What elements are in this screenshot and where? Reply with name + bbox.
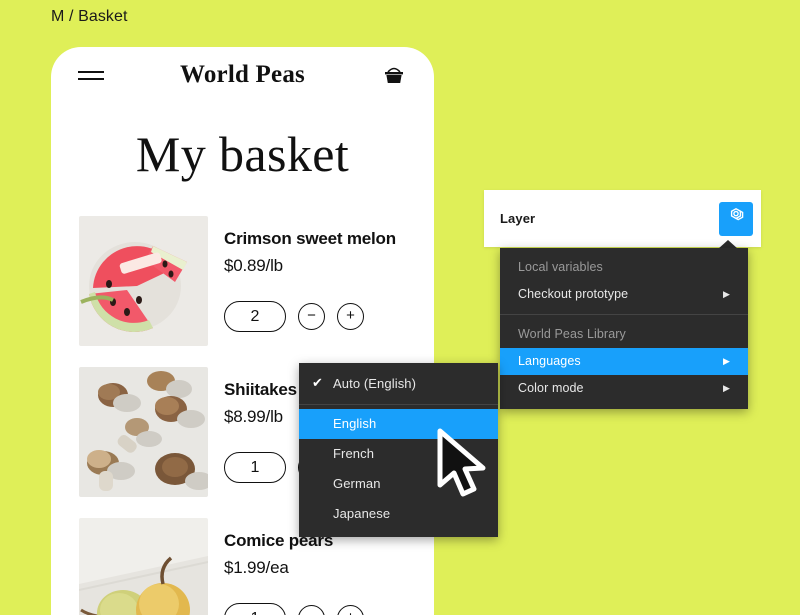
menu-section-header: World Peas Library: [518, 327, 626, 341]
product-thumbnail[interactable]: [79, 216, 208, 346]
menu-item-checkout-prototype[interactable]: Checkout prototype ▶: [500, 281, 748, 308]
page-title: My basket: [135, 126, 350, 182]
submenu-item-label: German: [333, 476, 381, 491]
decrement-button[interactable]: −: [298, 303, 325, 330]
menu-item-label: Languages: [518, 354, 581, 368]
chevron-right-icon: ▶: [722, 382, 730, 393]
app-header: World Peas: [51, 47, 434, 103]
layer-panel: Layer: [484, 190, 761, 247]
decrement-button[interactable]: −: [298, 605, 325, 615]
item-price: $1.99/ea: [224, 558, 289, 577]
layer-panel-title: Layer: [500, 211, 536, 226]
product-thumbnail[interactable]: [79, 367, 208, 497]
submenu-item-auto[interactable]: ✔ Auto (English): [299, 369, 498, 399]
brand-title: World Peas: [180, 61, 305, 88]
breadcrumb: M / Basket: [51, 8, 128, 25]
menu-divider: [500, 314, 748, 315]
submenu-item-label: French: [333, 446, 375, 461]
increment-button[interactable]: +: [337, 605, 364, 615]
submenu-item-label: Auto (English): [333, 376, 417, 391]
chevron-right-icon: ▶: [722, 355, 730, 366]
item-details: Crimson sweet melon $0.89/lb 2 − +: [208, 216, 434, 346]
menu-item-languages[interactable]: Languages ▶: [500, 348, 748, 375]
quantity-value[interactable]: 2: [224, 301, 286, 332]
menu-item-color-mode[interactable]: Color mode ▶: [500, 375, 748, 402]
menu-section-header: Local variables: [518, 260, 603, 274]
context-menu: Local variables Checkout prototype ▶ Wor…: [500, 248, 748, 409]
product-thumbnail[interactable]: [79, 518, 208, 615]
mouse-pointer-cursor: [435, 428, 489, 502]
check-icon: ✔: [312, 375, 323, 390]
chevron-right-icon: ▶: [722, 288, 730, 299]
quantity-stepper: 1 − +: [224, 603, 364, 615]
increment-button[interactable]: +: [337, 303, 364, 330]
item-price: $0.89/lb: [224, 256, 283, 275]
item-name: Crimson sweet melon: [224, 229, 396, 248]
submenu-item-label: Japanese: [333, 506, 391, 521]
menu-item-label: Color mode: [518, 381, 584, 395]
quantity-stepper: 2 − +: [224, 301, 364, 332]
variables-hexagon-icon: [727, 207, 745, 230]
variables-button[interactable]: [719, 201, 753, 236]
submenu-item-label: English: [333, 416, 377, 431]
submenu-divider: [299, 404, 498, 405]
quantity-value[interactable]: 1: [224, 603, 286, 615]
submenu-item-japanese[interactable]: Japanese: [299, 499, 498, 529]
menu-item-label: Checkout prototype: [518, 287, 629, 301]
list-item: Crimson sweet melon $0.89/lb 2 − +: [51, 216, 434, 346]
quantity-value[interactable]: 1: [224, 452, 286, 483]
